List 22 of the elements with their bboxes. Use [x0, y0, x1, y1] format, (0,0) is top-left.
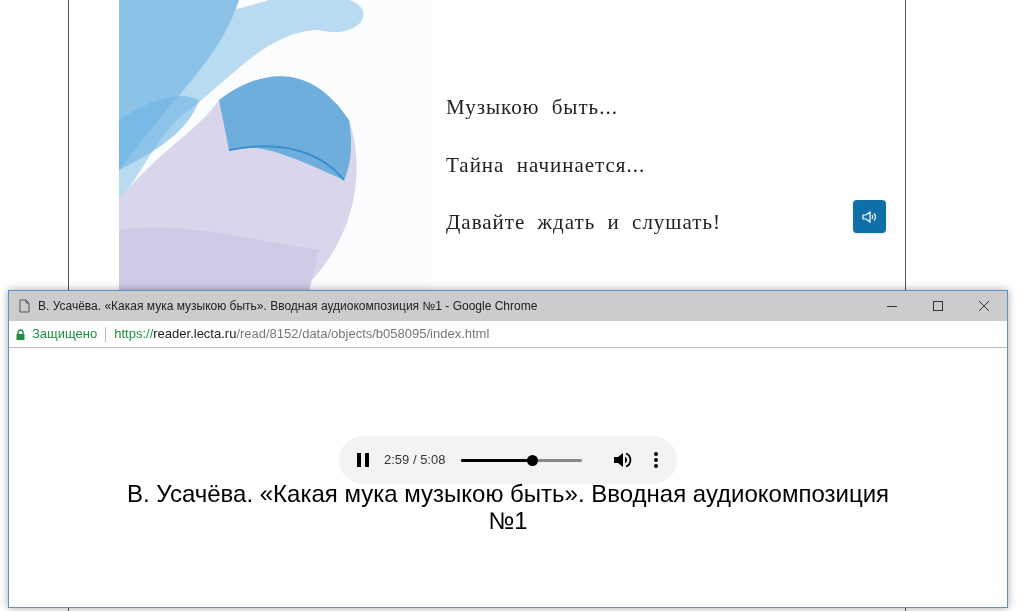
- more-button[interactable]: [653, 451, 659, 469]
- maximize-icon: [933, 301, 943, 311]
- audio-caption: В. Усачёва. «Какая мука музыкою быть». Вводная аудиокомпозиция №1: [125, 480, 891, 534]
- lock-icon: [16, 328, 25, 340]
- close-icon: [979, 301, 989, 311]
- time-display: 2:59 / 5:08: [384, 451, 446, 470]
- poem-line: Музыкою быть...: [446, 94, 619, 121]
- window-title: В. Усачёва. «Какая мука музыкою быть». Вводная аудиокомпозиция №1 - Google Chrome: [38, 298, 538, 315]
- speaker-button[interactable]: [853, 200, 886, 233]
- speaker-icon: [861, 210, 878, 223]
- volume-button[interactable]: [613, 450, 633, 470]
- page-icon: [19, 299, 30, 313]
- volume-icon: [614, 452, 632, 468]
- poem-line: Тайна начинается...: [446, 151, 647, 179]
- pause-icon: [357, 453, 369, 467]
- poem-line: Давайте ждать и слушать!: [446, 209, 722, 236]
- pause-button[interactable]: [355, 452, 371, 468]
- security-label: Защищено: [32, 325, 98, 344]
- url-text[interactable]: https://reader.lecta.ru/read/8152/data/objects/b058095/index.html: [114, 324, 490, 344]
- more-icon: [654, 452, 658, 468]
- minimize-icon: [887, 305, 897, 307]
- seek-thumb[interactable]: [526, 454, 538, 466]
